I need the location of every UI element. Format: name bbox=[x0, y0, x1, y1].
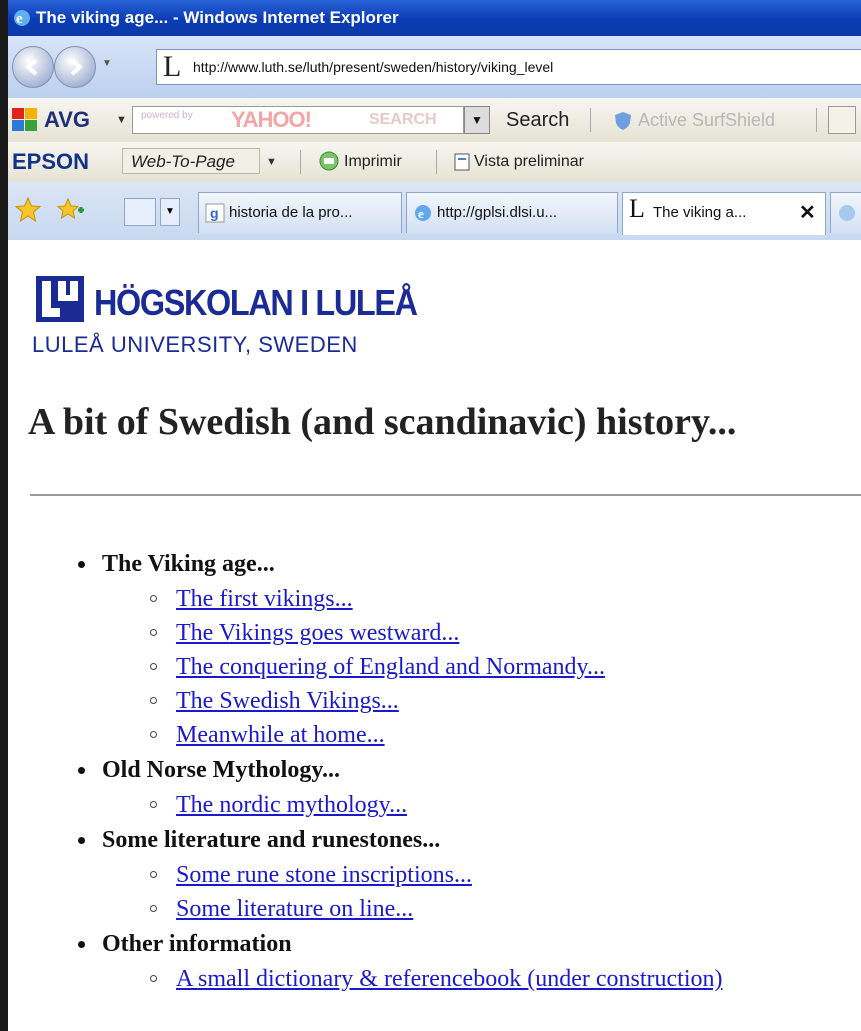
powered-by-text: powered by bbox=[141, 110, 193, 121]
search-dropdown-button[interactable]: ▼ bbox=[464, 106, 490, 134]
print-preview-icon[interactable] bbox=[452, 151, 474, 173]
list-item: The conquering of England and Normandy..… bbox=[146, 650, 722, 684]
toolbar-divider bbox=[590, 108, 591, 132]
university-name: HÖGSKOLAN I LULEÅ bbox=[94, 282, 418, 323]
recent-pages-dropdown-icon[interactable]: ▼ bbox=[102, 58, 114, 70]
section-links: The first vikings... The Vikings goes we… bbox=[102, 582, 722, 752]
list-item: A small dictionary & referencebook (unde… bbox=[146, 962, 722, 996]
internet-explorer-icon: e bbox=[14, 10, 30, 27]
tab-historia[interactable]: g historia de la pro... bbox=[198, 192, 402, 233]
section-title: Old Norse Mythology... bbox=[102, 757, 340, 783]
section-literature-runestones: Some literature and runestones... Some r… bbox=[72, 822, 722, 926]
svg-text:e: e bbox=[16, 11, 23, 27]
university-subtitle: LULEÅ UNIVERSITY, SWEDEN bbox=[32, 332, 358, 357]
history-sections-list: The Viking age... The first vikings... T… bbox=[72, 546, 722, 996]
tab-label: historia de la pro... bbox=[229, 204, 353, 221]
site-favicon-icon: L bbox=[629, 194, 645, 223]
close-tab-icon[interactable]: ✕ bbox=[799, 193, 816, 233]
page-title: A bit of Swedish (and scandinavic) histo… bbox=[28, 401, 737, 443]
epson-toolbar: EPSON Web-To-Page ▼ Imprimir Vista preli… bbox=[8, 142, 861, 183]
link-first-vikings[interactable]: The first vikings... bbox=[176, 586, 353, 612]
list-item: The Swedish Vikings... bbox=[146, 684, 722, 718]
search-button[interactable]: Search bbox=[506, 98, 569, 142]
section-links: The nordic mythology... bbox=[102, 788, 722, 822]
section-title: Other information bbox=[102, 931, 292, 957]
surfshield-button[interactable]: Active SurfShield bbox=[638, 98, 775, 142]
favorites-star-icon[interactable] bbox=[14, 196, 42, 224]
navigation-bar: ▼ L http://www.luth.se/luth/present/swed… bbox=[8, 36, 861, 98]
tab-bar: ▼ g historia de la pro... e http://gplsi… bbox=[8, 182, 861, 241]
forward-button[interactable] bbox=[54, 46, 96, 88]
link-literature-online[interactable]: Some literature on line... bbox=[176, 896, 413, 922]
toolbar-divider bbox=[816, 108, 817, 132]
address-bar[interactable]: L http://www.luth.se/luth/present/sweden… bbox=[156, 49, 861, 85]
web-to-page-dropdown-icon[interactable]: ▼ bbox=[266, 156, 277, 168]
section-title: Some literature and runestones... bbox=[102, 827, 441, 853]
epson-label: EPSON bbox=[12, 149, 90, 174]
list-item: Meanwhile at home... bbox=[146, 718, 722, 752]
avg-dropdown-icon[interactable]: ▼ bbox=[116, 114, 127, 126]
avg-label[interactable]: AVG bbox=[44, 98, 90, 142]
link-small-dictionary[interactable]: A small dictionary & referencebook (unde… bbox=[176, 966, 722, 992]
address-url[interactable]: http://www.luth.se/luth/present/sweden/h… bbox=[193, 50, 553, 84]
section-title: The Viking age... bbox=[102, 551, 275, 577]
list-item: The first vikings... bbox=[146, 582, 722, 616]
add-to-favorites-icon[interactable] bbox=[56, 196, 86, 224]
new-tab-button[interactable] bbox=[830, 192, 861, 233]
title-bar: e The viking age... - Windows Internet E… bbox=[8, 0, 861, 36]
section-viking-age: The Viking age... The first vikings... T… bbox=[72, 546, 722, 752]
section-links: Some rune stone inscriptions... Some lit… bbox=[102, 858, 722, 926]
yahoo-brand: YAHOO! bbox=[231, 107, 312, 132]
site-favicon: L bbox=[163, 50, 182, 83]
toolbar-divider bbox=[300, 150, 301, 174]
link-rune-stone-inscriptions[interactable]: Some rune stone inscriptions... bbox=[176, 862, 472, 888]
list-item: The nordic mythology... bbox=[146, 788, 722, 822]
window-title: The viking age... - Windows Internet Exp… bbox=[36, 8, 399, 27]
yahoo-search-suffix: SEARCH bbox=[369, 111, 437, 128]
tab-gplsi[interactable]: e http://gplsi.dlsi.u... bbox=[406, 192, 618, 233]
link-nordic-mythology[interactable]: The nordic mythology... bbox=[176, 792, 407, 818]
tab-viking-age[interactable]: L The viking a... ✕ bbox=[622, 192, 826, 235]
svg-text:e: e bbox=[418, 206, 424, 221]
tab-label: http://gplsi.dlsi.u... bbox=[437, 204, 558, 221]
tab-list-dropdown-icon[interactable]: ▼ bbox=[160, 198, 180, 226]
svg-text:g: g bbox=[210, 205, 219, 221]
page-content: HÖGSKOLAN I LULEÅ LULEÅ UNIVERSITY, SWED… bbox=[8, 240, 861, 1031]
print-button[interactable]: Imprimir bbox=[344, 142, 402, 182]
university-logo-mark bbox=[36, 276, 84, 322]
quick-tabs-button[interactable] bbox=[124, 198, 156, 226]
avg-toolbar: AVG ▼ powered by YAHOO! SEARCH ▼ Search … bbox=[8, 98, 861, 143]
list-item: Some literature on line... bbox=[146, 892, 722, 926]
avg-logo-icon bbox=[12, 108, 37, 131]
yahoo-search-input[interactable]: powered by YAHOO! SEARCH bbox=[132, 106, 464, 134]
link-conquering-england[interactable]: The conquering of England and Normandy..… bbox=[176, 654, 605, 680]
section-norse-mythology: Old Norse Mythology... The nordic mythol… bbox=[72, 752, 722, 822]
ie-page-icon bbox=[839, 205, 855, 221]
link-meanwhile-at-home[interactable]: Meanwhile at home... bbox=[176, 722, 385, 748]
toolbar-divider bbox=[436, 150, 437, 174]
forward-arrow-icon bbox=[70, 58, 84, 76]
back-button[interactable] bbox=[12, 46, 54, 88]
list-item: Some rune stone inscriptions... bbox=[146, 858, 722, 892]
browser-window: e The viking age... - Windows Internet E… bbox=[8, 0, 861, 1031]
list-item: The Vikings goes westward... bbox=[146, 616, 722, 650]
print-icon[interactable] bbox=[318, 150, 340, 172]
avg-extra-icon[interactable] bbox=[828, 106, 856, 134]
section-other-information: Other information A small dictionary & r… bbox=[72, 926, 722, 996]
shield-icon bbox=[615, 112, 631, 130]
print-preview-button[interactable]: Vista preliminar bbox=[474, 142, 584, 182]
ie-page-icon: e bbox=[415, 205, 431, 221]
link-swedish-vikings[interactable]: The Swedish Vikings... bbox=[176, 688, 399, 714]
link-vikings-westward[interactable]: The Vikings goes westward... bbox=[176, 620, 459, 646]
web-to-page-button[interactable]: Web-To-Page bbox=[122, 148, 260, 174]
section-links: A small dictionary & referencebook (unde… bbox=[102, 962, 722, 996]
horizontal-rule bbox=[30, 494, 861, 496]
tab-label: The viking a... bbox=[653, 204, 747, 221]
back-arrow-icon bbox=[24, 58, 38, 76]
google-icon: g bbox=[205, 203, 225, 223]
